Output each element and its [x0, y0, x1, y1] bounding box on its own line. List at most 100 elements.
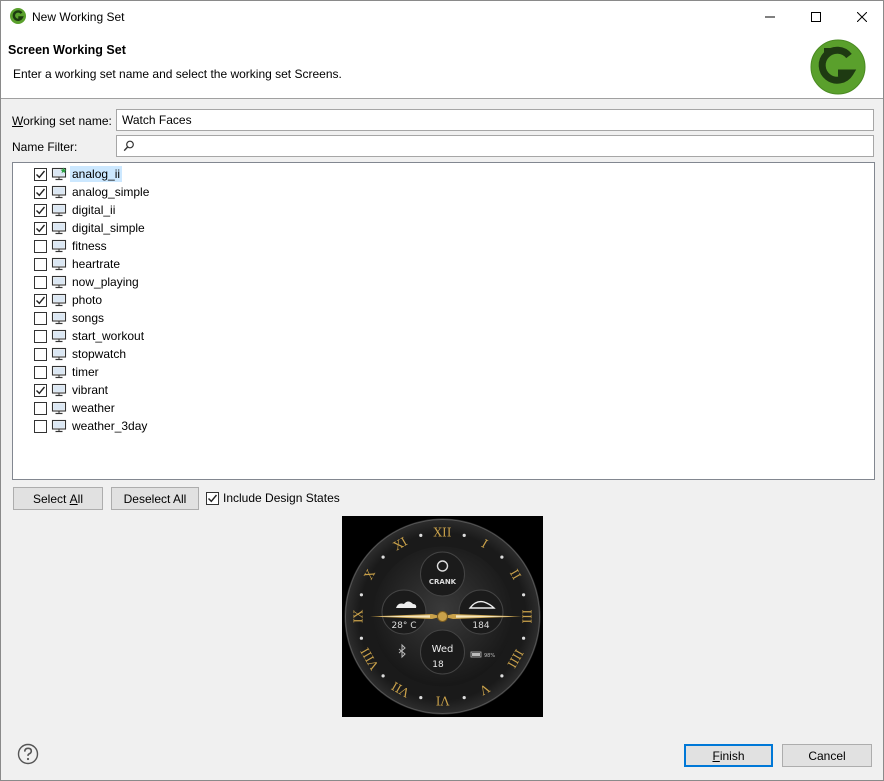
screen-checkbox[interactable]: [34, 203, 47, 217]
crank-logo-icon: [10, 8, 26, 24]
screen-checkbox[interactable]: [34, 365, 47, 379]
screen-checkbox[interactable]: [34, 167, 47, 181]
checkmark-icon: [36, 170, 46, 178]
list-item[interactable]: stopwatch: [34, 345, 128, 363]
preview-day: Wed: [432, 644, 454, 655]
list-item[interactable]: timer: [34, 363, 101, 381]
new-working-set-dialog: New Working Set Screen Working Set Enter…: [0, 0, 884, 781]
screen-checkbox[interactable]: [34, 383, 47, 397]
deselect-all-button[interactable]: Deselect All: [111, 487, 199, 510]
close-button[interactable]: [839, 1, 884, 32]
monitor-icon: [51, 257, 67, 271]
watch-marker-dot: [381, 555, 385, 559]
list-item[interactable]: now_playing: [34, 273, 141, 291]
close-icon: [857, 11, 867, 22]
screen-label: photo: [72, 293, 103, 307]
screen-checkbox[interactable]: [34, 275, 47, 289]
list-item[interactable]: digital_ii: [34, 201, 117, 219]
screen-checkbox[interactable]: [34, 293, 47, 307]
working-set-name-input[interactable]: Watch Faces: [116, 109, 874, 131]
screen-label: analog_ii: [70, 166, 123, 182]
watch-marker-dot: [462, 696, 466, 700]
screens-list[interactable]: analog_ii analog_simple digital_ii digital_…: [12, 162, 875, 480]
watch-numeral: VI: [436, 694, 451, 708]
screen-checkbox[interactable]: [34, 311, 47, 325]
screen-label: timer: [72, 365, 99, 379]
screen-label: start_workout: [72, 329, 145, 343]
watch-numeral: III: [520, 609, 534, 623]
screen-checkbox[interactable]: [34, 329, 47, 343]
name-filter-input[interactable]: [116, 135, 874, 157]
watch-marker-dot: [419, 696, 423, 700]
monitor-icon: [51, 401, 67, 415]
checkmark-icon: [36, 224, 46, 232]
monitor-icon: [51, 329, 67, 343]
monitor-icon: [51, 293, 67, 307]
list-item[interactable]: analog_ii: [34, 165, 123, 183]
screen-label: weather: [72, 401, 115, 415]
list-item[interactable]: vibrant: [34, 381, 110, 399]
watch-marker-dot: [500, 555, 504, 559]
list-item[interactable]: analog_simple: [34, 183, 151, 201]
watch-face-preview: XIIIIIIIIIIIIVVIVIIVIIIIXXXI CRANK 28° C…: [344, 518, 541, 715]
screen-checkbox[interactable]: [34, 347, 47, 361]
checkmark-icon: [36, 188, 46, 196]
screen-label: analog_simple: [72, 185, 150, 199]
window-title: New Working Set: [32, 10, 125, 24]
screen-checkbox[interactable]: [34, 419, 47, 433]
list-item[interactable]: songs: [34, 309, 106, 327]
screen-preview: XII I II III IIII V VI VII VIII IX X XI CRANK 28° C…: [342, 516, 543, 717]
monitor-icon: [51, 419, 67, 433]
screen-label: weather_3day: [72, 419, 148, 433]
preview-steps: 184: [472, 621, 489, 631]
screen-label: digital_ii: [72, 203, 116, 217]
screen-label: stopwatch: [72, 347, 127, 361]
select-all-button[interactable]: Select All: [13, 487, 103, 510]
screen-label: heartrate: [72, 257, 121, 271]
preview-brand: CRANK: [429, 578, 457, 586]
watch-marker-dot: [381, 674, 385, 678]
watch-marker-dot: [522, 636, 526, 640]
list-item[interactable]: fitness: [34, 237, 109, 255]
screen-label: fitness: [72, 239, 107, 253]
maximize-button[interactable]: [793, 1, 839, 32]
list-item[interactable]: weather_3day: [34, 417, 149, 435]
screen-label: digital_simple: [72, 221, 145, 235]
help-icon[interactable]: [17, 743, 39, 765]
screen-checkbox[interactable]: [34, 257, 47, 271]
monitor-icon: [51, 347, 67, 361]
finish-button[interactable]: Finish: [684, 744, 773, 767]
watch-marker-dot: [359, 593, 363, 597]
list-item[interactable]: heartrate: [34, 255, 122, 273]
include-design-states-toggle[interactable]: Include Design States: [206, 491, 340, 505]
checkmark-icon: [208, 494, 218, 502]
watch-numeral: XII: [433, 526, 451, 540]
name-filter-label: Name Filter:: [12, 140, 78, 154]
minimize-button[interactable]: [747, 1, 793, 32]
list-item[interactable]: digital_simple: [34, 219, 147, 237]
monitor-icon: [51, 221, 67, 235]
checkmark-icon: [36, 296, 46, 304]
screen-label: vibrant: [72, 383, 109, 397]
watch-marker-dot: [359, 636, 363, 640]
watch-marker-dot: [419, 533, 423, 537]
list-item[interactable]: photo: [34, 291, 104, 309]
screen-label: songs: [72, 311, 105, 325]
watch-numeral: IX: [352, 609, 366, 623]
include-design-states-checkbox[interactable]: [206, 491, 219, 505]
checkmark-icon: [36, 206, 46, 214]
monitor-icon: [51, 383, 67, 397]
dialog-header: Screen Working Set Enter a working set n…: [1, 32, 883, 99]
list-item[interactable]: weather: [34, 399, 117, 417]
watch-marker-dot: [462, 533, 466, 537]
cancel-button[interactable]: Cancel: [782, 744, 872, 767]
screen-checkbox[interactable]: [34, 185, 47, 199]
screen-checkbox[interactable]: [34, 239, 47, 253]
preview-date: 18: [432, 660, 444, 670]
screen-checkbox[interactable]: [34, 221, 47, 235]
monitor-icon: [51, 311, 67, 325]
list-item[interactable]: start_workout: [34, 327, 146, 345]
screen-label: now_playing: [72, 275, 139, 289]
title-bar: New Working Set: [1, 1, 883, 32]
screen-checkbox[interactable]: [34, 401, 47, 415]
